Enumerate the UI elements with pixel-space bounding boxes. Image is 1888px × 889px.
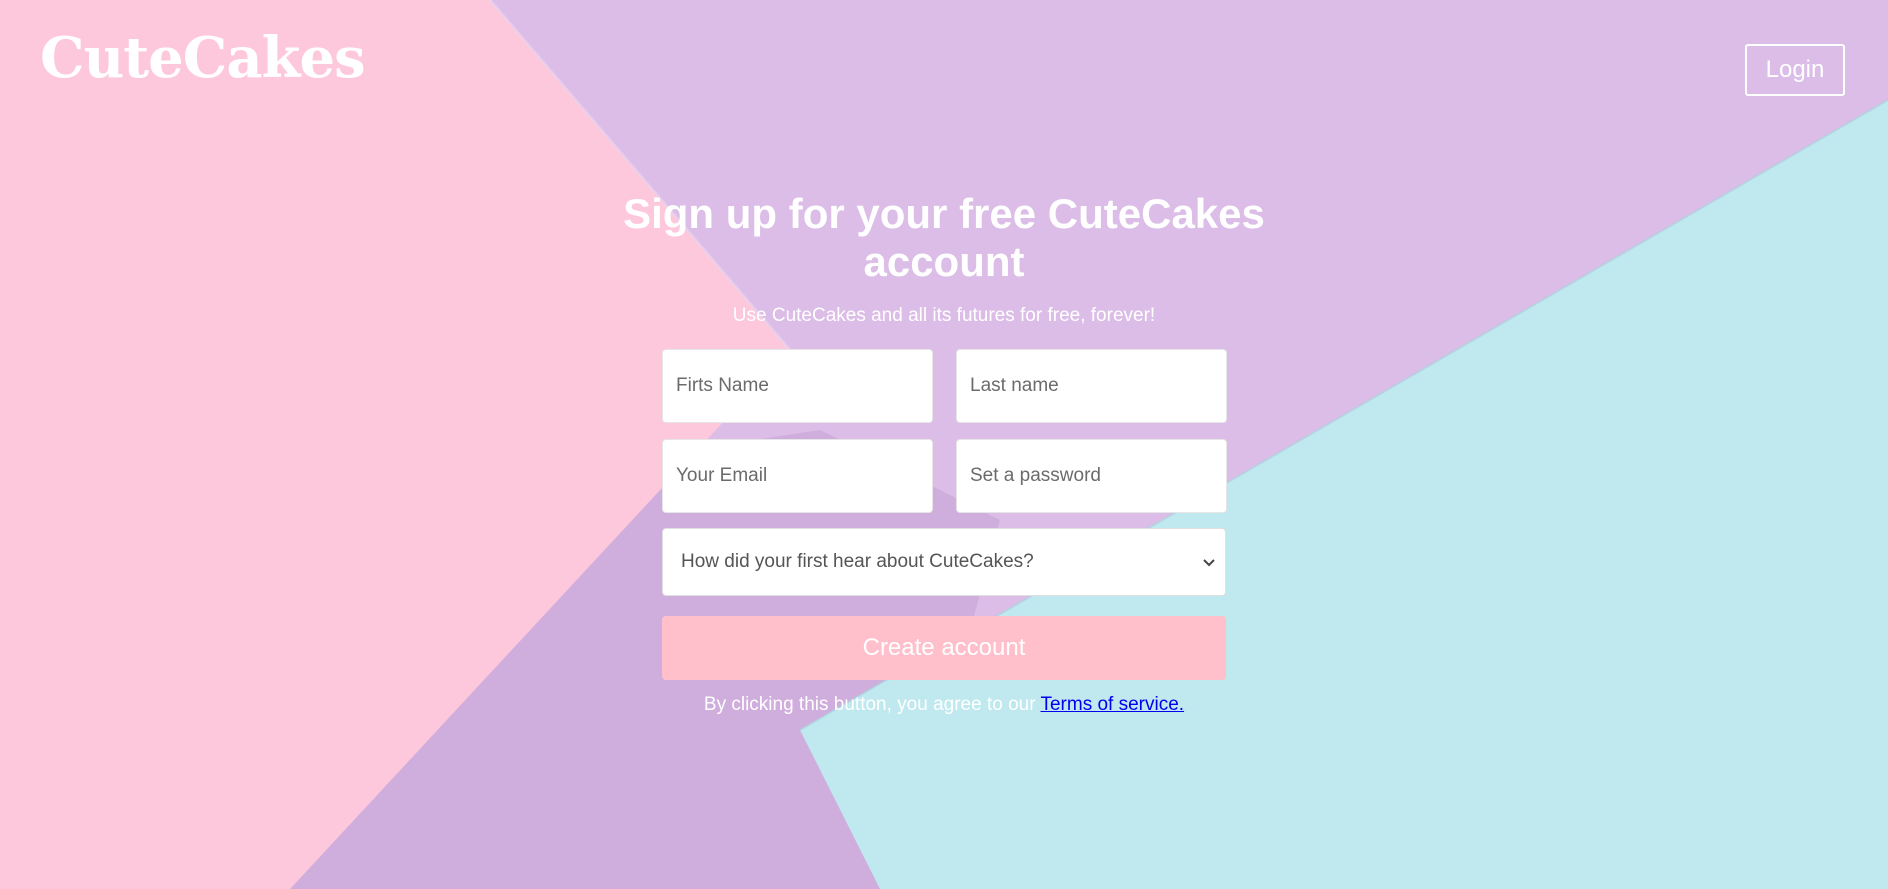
site-logo[interactable]: CuteCakes	[40, 30, 366, 86]
referral-select-value: How did your first hear about CuteCakes?	[681, 551, 1034, 572]
chevron-down-icon	[1203, 555, 1215, 569]
create-account-button[interactable]: Create account	[662, 616, 1226, 680]
password-input[interactable]	[956, 439, 1227, 513]
page-title: Sign up for your free CuteCakes account	[623, 190, 1265, 285]
first-name-input[interactable]	[662, 349, 933, 423]
page-subtitle: Use CuteCakes and all its futures for fr…	[732, 305, 1156, 326]
email-input[interactable]	[662, 439, 933, 513]
terms-of-service-link[interactable]: Terms of service.	[1040, 694, 1184, 715]
background-paper-panels	[0, 0, 1888, 889]
login-button[interactable]: Login	[1745, 44, 1845, 96]
referral-select[interactable]: How did your first hear about CuteCakes?	[662, 528, 1226, 596]
last-name-input[interactable]	[956, 349, 1227, 423]
terms-prefix: By clicking this button, you agree to ou…	[703, 694, 1041, 715]
terms-notice: By clicking this button, you agree to ou…	[560, 694, 1328, 716]
